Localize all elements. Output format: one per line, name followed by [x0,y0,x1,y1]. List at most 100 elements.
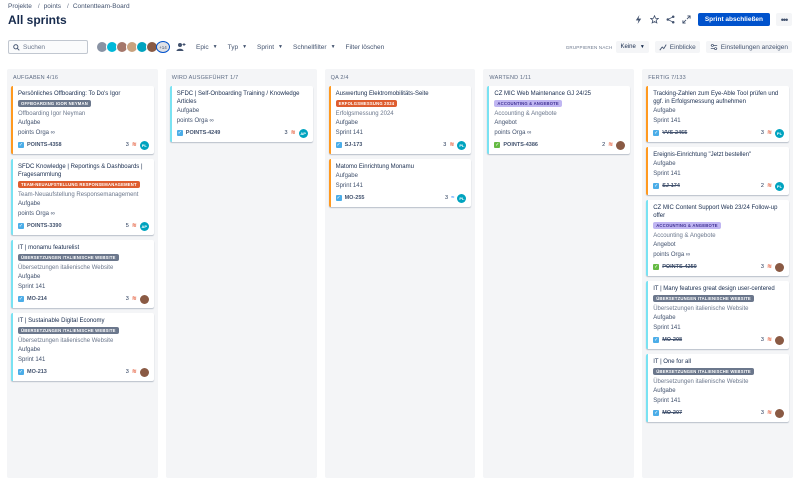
epic-label[interactable]: ÜBERSETZUNGEN ITALIENISCHE WEBSITE [653,368,754,375]
issue-key[interactable]: MO-213 [27,369,47,375]
issue-key[interactable]: SJ-173 [345,142,363,148]
card-extra: Sprint 141 [18,284,46,290]
more-actions-icon[interactable]: ••• [776,13,792,26]
card-footer: ✓ SJ-174 2 ≋ PL [653,181,784,191]
issue-key[interactable]: MO-207 [662,410,682,416]
epic-label[interactable]: ERFOLGSMESSUNG 2024 [335,100,398,107]
assignee-avatar[interactable] [139,294,149,304]
avatar-group: +14 [96,41,170,53]
assignee-avatar[interactable]: AP [298,128,308,138]
priority-icon: ≋ [131,223,137,229]
assignee-avatar[interactable]: PL [774,181,784,191]
add-person-icon[interactable] [176,42,186,52]
card-title: IT | Many features great design user-cen… [653,286,775,292]
group-by-select[interactable]: Keine ▼ [616,41,649,53]
issue-card[interactable]: IT | One for all ÜBERSETZUNGEN ITALIENISC… [646,354,789,422]
card-footer: ✓ VVS-2465 3 ≋ PL [653,128,784,138]
card-title: Matomo Einrichtung Monamu [335,164,414,170]
issue-key[interactable]: MO-208 [662,337,682,343]
epic-label[interactable]: ACCOUNTING & ANGEBOTE [494,100,562,107]
assignee-avatar[interactable]: PL [457,193,467,203]
card-title: Ereignis-Einrichtung "Jetzt bestellen" [653,152,752,158]
card-title: Auswertung Elektromobilitäts-Seite [335,91,429,97]
issue-card[interactable]: CZ MIC Web Maintenance GJ 24/25 ACCOUNTIN… [487,86,631,154]
lightning-icon[interactable] [634,15,644,25]
issue-key[interactable]: POINTS-4250 [662,264,697,270]
epic-label[interactable]: ÜBERSETZUNGEN ITALIENISCHE WEBSITE [18,327,119,334]
story-points: 3 [125,142,129,148]
assignee-avatar[interactable]: AP [139,221,149,231]
avatar-more-count[interactable]: +14 [156,41,170,53]
search-field[interactable] [8,40,88,54]
issue-card[interactable]: Tracking-Zahlen zum Eye-Able Tool prüfen… [646,86,789,142]
board-column: AUFGABEN 4/16 Persönliches Offboarding: T… [7,69,158,478]
issue-card[interactable]: Auswertung Elektromobilitäts-Seite ERFOLG… [328,86,472,154]
filter-epic[interactable]: Epic ▼ [196,44,218,51]
priority-icon: ≋ [766,130,772,136]
epic-label[interactable]: ÜBERSETZUNGEN ITALIENISCHE WEBSITE [18,254,119,261]
star-icon[interactable] [650,15,660,25]
assignee-avatar[interactable]: PL [139,140,149,150]
assignee-avatar[interactable]: PL [774,128,784,138]
complete-sprint-button[interactable]: Sprint abschließen [697,13,770,26]
view-settings-button[interactable]: Einstellungen anzeigen [705,41,792,53]
task-checkbox-icon: ✓ [653,410,660,416]
issue-key[interactable]: MO-214 [27,296,47,302]
filter-sprint[interactable]: Sprint ▼ [257,44,283,51]
chevron-down-icon: ▼ [278,44,283,50]
issue-type-text: Aufgabe [653,388,676,394]
issue-card[interactable]: Persönliches Offboarding: To Do's Igor OF… [11,86,154,154]
epic-name: Übersetzungen italienische Website [18,265,114,271]
board-column: QA 2/4 Auswertung Elektromobilitäts-Seite… [324,69,476,478]
filter-quick[interactable]: Schnellfilter ▼ [293,44,336,51]
epic-name: Accounting & Angebote [494,111,557,117]
assignee-avatar[interactable] [774,335,784,345]
issue-card[interactable]: CZ MIC Content Support Web 23/24 Follow-… [646,200,789,276]
assignee-avatar[interactable] [616,140,626,150]
issue-card[interactable]: IT | Sustainable Digital Economy ÜBERSETZ… [11,313,154,381]
chevron-down-icon: ▼ [242,44,248,50]
issue-type-text: Aufgabe [176,108,200,114]
epic-label[interactable]: ACCOUNTING & ANGEBOTE [653,222,721,229]
assignee-avatar[interactable]: PL [457,140,467,150]
story-points: 5 [125,223,129,229]
insights-button[interactable]: Einblicke [654,41,700,53]
issue-key[interactable]: VVS-2465 [662,130,687,136]
epic-label[interactable]: OFFBOARDING IGOR NEYMAN [18,100,91,107]
breadcrumb-projects[interactable]: Projekte [8,3,32,10]
issue-card[interactable]: IT | monamu featurelist ÜBERSETZUNGEN ITA… [11,240,154,308]
search-input[interactable] [23,43,83,51]
task-checkbox-icon: ✓ [653,337,660,343]
story-points: 3 [445,195,449,201]
issue-type-text: Aufgabe [18,120,41,126]
issue-card[interactable]: Matomo Einrichtung Monamu Aufgabe Sprint 1… [328,159,472,207]
issue-key[interactable]: POINTS-4249 [186,130,221,136]
breadcrumb-board[interactable]: Contentteam-Board [73,3,130,10]
clear-filters-button[interactable]: Filter löschen [346,44,385,51]
issue-key[interactable]: SJ-174 [662,183,680,189]
issue-key[interactable]: POINTS-4386 [503,142,538,148]
issue-key[interactable]: POINTS-4358 [27,142,62,148]
filter-sprint-label: Sprint [257,43,275,51]
assignee-avatar[interactable] [774,262,784,272]
card-extra: Sprint 141 [653,118,681,124]
epic-name: Erfolgsmessung 2024 [335,111,394,117]
story-icon: ✓ [653,264,660,270]
expand-icon[interactable] [682,15,692,25]
story-points: 3 [443,142,447,148]
filter-type[interactable]: Typ ▼ [228,44,247,51]
issue-type-text: Aufgabe [653,161,676,167]
assignee-avatar[interactable] [139,367,149,377]
header-actions: Sprint abschließen ••• [634,13,792,26]
share-icon[interactable] [666,15,676,25]
assignee-avatar[interactable] [774,408,784,418]
issue-card[interactable]: Ereignis-Einrichtung "Jetzt bestellen" Au… [646,147,789,195]
issue-card[interactable]: SFDC Knowledge | Reportings & Dashboards… [11,159,154,235]
epic-label[interactable]: ÜBERSETZUNGEN ITALIENISCHE WEBSITE [653,295,754,302]
issue-card[interactable]: IT | Many features great design user-cen… [646,281,789,349]
epic-label[interactable]: TEAM-NEUAUFSTELLUNG RESPONSEMANAGEMENT [18,181,140,188]
issue-key[interactable]: POINTS-3390 [27,223,62,229]
issue-card[interactable]: SFDC | Self-Onboarding Training / Knowle… [169,86,313,142]
breadcrumb-project[interactable]: points [44,3,61,10]
issue-key[interactable]: MO-255 [345,195,365,201]
